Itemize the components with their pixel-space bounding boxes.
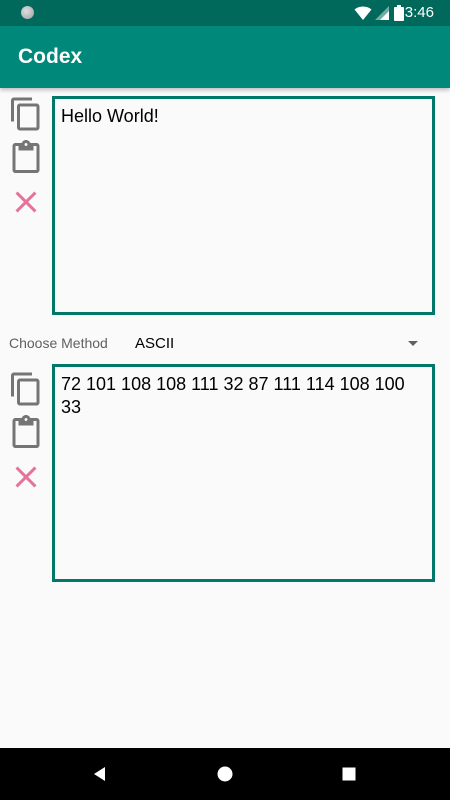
- back-icon: [94, 767, 105, 781]
- input-paste-button[interactable]: [8, 140, 44, 176]
- dropdown-arrow-icon: [408, 341, 418, 346]
- method-selected-value: ASCII: [135, 335, 175, 352]
- clear-icon: [15, 191, 37, 213]
- navigation-bar: [0, 748, 450, 800]
- output-text-area[interactable]: 72 101 108 108 111 32 87 111 114 108 100…: [52, 364, 435, 582]
- status-time: 3:46: [404, 4, 434, 21]
- battery-icon: [394, 5, 404, 21]
- input-text-area[interactable]: Hello World!: [52, 96, 435, 315]
- nav-back-button[interactable]: [90, 764, 110, 784]
- home-icon: [217, 766, 233, 782]
- copy-icon: [11, 372, 40, 406]
- wifi-icon: [354, 6, 372, 20]
- signal-icon: [375, 6, 389, 20]
- output-paste-button[interactable]: [8, 415, 44, 451]
- output-clear-button[interactable]: [8, 459, 44, 495]
- clear-icon: [15, 466, 37, 488]
- recents-icon: [342, 767, 356, 781]
- method-dropdown[interactable]: ASCII: [126, 330, 432, 358]
- paste-icon: [12, 415, 40, 448]
- app-title: Codex: [18, 45, 83, 68]
- paste-icon: [12, 140, 40, 173]
- nav-recents-button[interactable]: [339, 764, 359, 784]
- output-copy-button[interactable]: [8, 371, 44, 407]
- status-bar: 3:46: [0, 0, 450, 26]
- input-clear-button[interactable]: [8, 184, 44, 220]
- copy-icon: [11, 97, 40, 131]
- screen: 3:46 Codex Hello World! Choose Method AS…: [0, 0, 450, 800]
- notification-dot-icon: [21, 6, 34, 19]
- app-bar: Codex: [0, 26, 450, 88]
- input-copy-button[interactable]: [8, 96, 44, 132]
- method-label: Choose Method: [9, 335, 108, 351]
- nav-home-button[interactable]: [215, 764, 235, 784]
